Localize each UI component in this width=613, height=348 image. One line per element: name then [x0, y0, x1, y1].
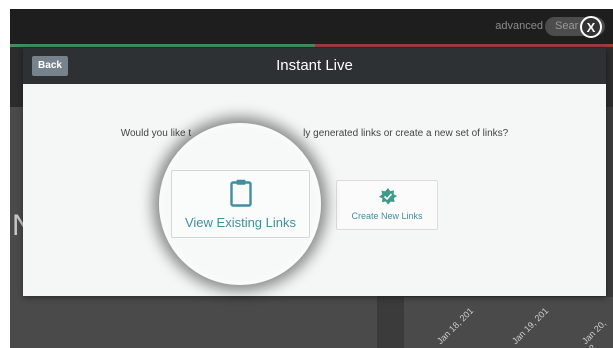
modal-title: Instant Live: [276, 57, 353, 74]
view-existing-links-button[interactable]: View Existing Links: [171, 170, 310, 238]
badge-icon: [379, 188, 397, 205]
magnifier-zoom: View Existing Links: [159, 123, 321, 285]
question-text-right: ly generated links or create a new set o…: [303, 128, 509, 139]
create-new-links-label: Create New Links: [351, 211, 423, 221]
view-existing-links-label: View Existing Links: [184, 215, 297, 230]
top-bar: advanced Sear: [10, 9, 613, 44]
close-button[interactable]: X: [580, 16, 602, 38]
modal-header: Instant Live Back: [23, 48, 606, 84]
clipboard-icon: [230, 179, 252, 207]
question-text-left: Would you like t: [120, 128, 192, 139]
modal-question: Would you like t ly generated links or cr…: [23, 128, 606, 139]
create-new-links-button[interactable]: Create New Links: [336, 180, 438, 230]
close-icon: X: [586, 20, 596, 35]
advanced-search-link[interactable]: advanced: [495, 20, 543, 32]
back-button[interactable]: Back: [32, 56, 68, 76]
